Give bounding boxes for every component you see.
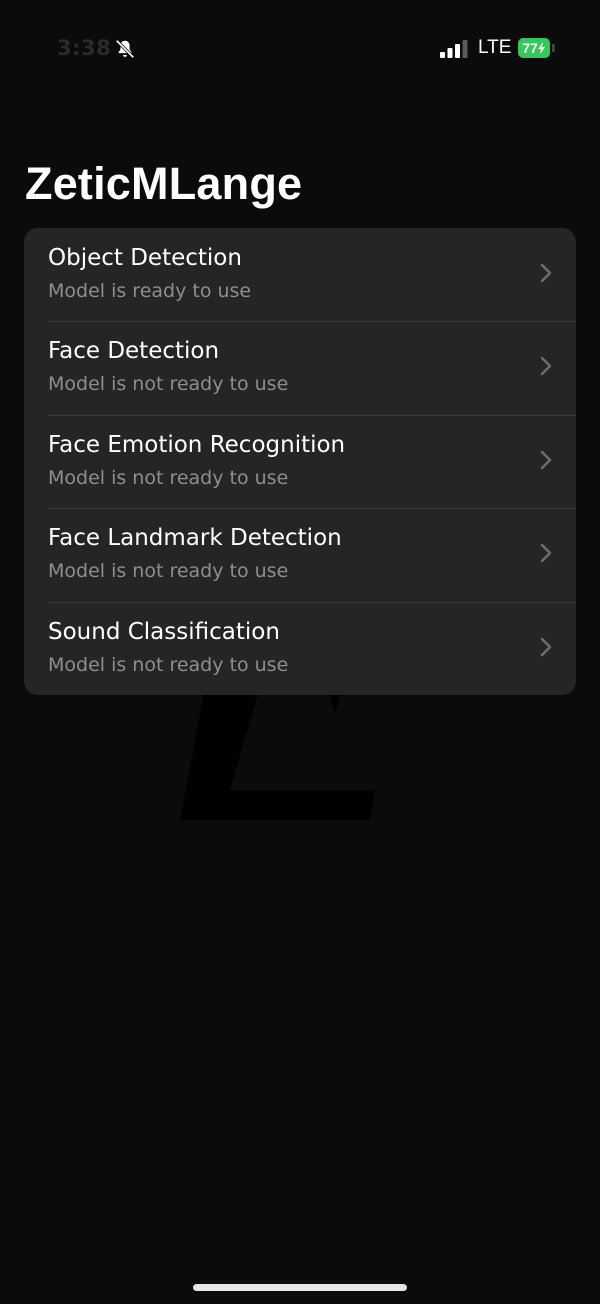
list-item-title: Face Emotion Recognition [48, 431, 346, 458]
status-bar: 3:38 LTE 77 [0, 0, 600, 100]
chevron-right-icon [540, 357, 552, 376]
battery-level: 77 [522, 40, 538, 56]
list-item-title: Face Landmark Detection [48, 525, 342, 552]
battery-charging-icon: 77 [518, 38, 550, 58]
list-item-sound-classification[interactable]: Sound Classification Model is not ready … [24, 601, 576, 695]
model-list: Object Detection Model is ready to use F… [24, 228, 576, 695]
battery-cap [552, 44, 555, 52]
status-time: 3:38 [57, 36, 112, 60]
list-item-status: Model is not ready to use [48, 466, 289, 489]
list-item-title: Face Detection [48, 338, 220, 365]
list-item-status: Model is not ready to use [48, 653, 289, 676]
list-item-object-detection[interactable]: Object Detection Model is ready to use [24, 228, 576, 321]
chevron-right-icon [540, 543, 552, 563]
chevron-right-icon [540, 637, 552, 656]
page-title: ZeticMLange [25, 158, 303, 209]
list-item-face-detection[interactable]: Face Detection Model is not ready to use [24, 321, 576, 414]
list-item-title: Sound Classification [48, 618, 280, 645]
cellular-signal-icon [440, 40, 468, 58]
charging-bolt-icon [537, 42, 545, 54]
list-item-status: Model is not ready to use [48, 560, 289, 583]
list-item-status: Model is not ready to use [48, 373, 289, 396]
list-item-face-emotion-recognition[interactable]: Face Emotion Recognition Model is not re… [24, 414, 576, 508]
list-item-title: Object Detection [48, 245, 242, 271]
network-type: LTE [478, 37, 512, 58]
chevron-right-icon [540, 263, 552, 283]
list-item-status: Model is ready to use [48, 280, 252, 302]
home-indicator[interactable] [193, 1284, 407, 1291]
list-item-face-landmark-detection[interactable]: Face Landmark Detection Model is not rea… [24, 508, 576, 601]
bell-slash-icon [115, 39, 135, 59]
chevron-right-icon [540, 450, 552, 469]
